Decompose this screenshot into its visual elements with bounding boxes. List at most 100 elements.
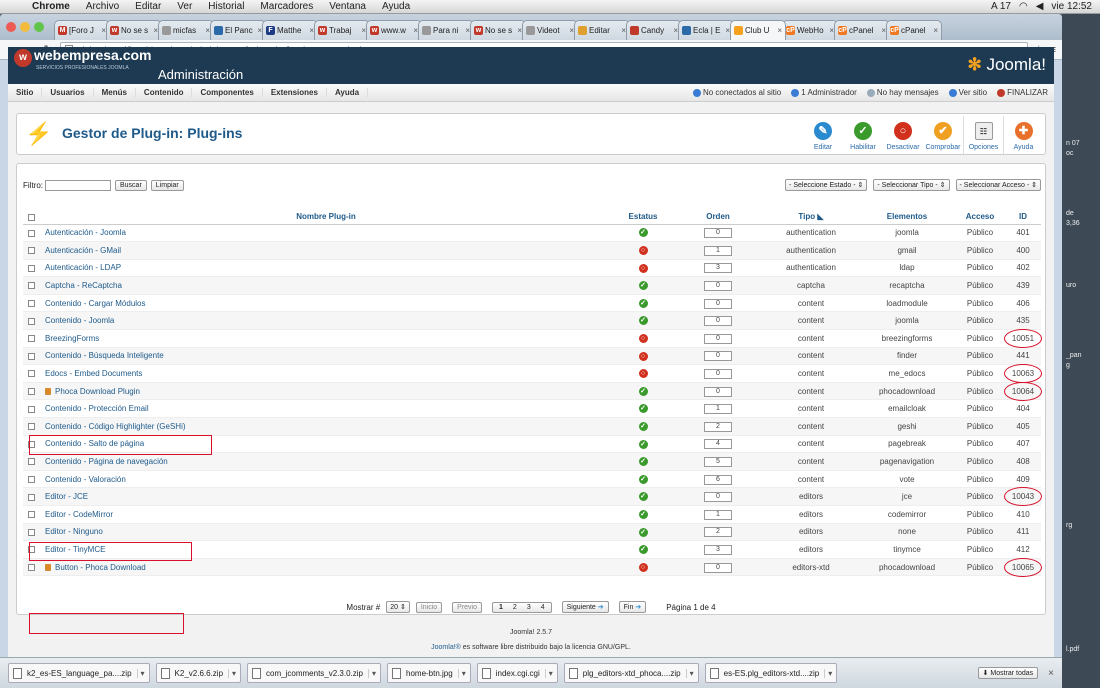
plugin-name-link[interactable]: Editor - TinyMCE: [45, 545, 105, 554]
plugin-name-link[interactable]: Editor - Ninguno: [45, 527, 103, 536]
enabled-icon[interactable]: ✓: [638, 457, 648, 467]
order-input[interactable]: 0: [704, 316, 732, 327]
plugin-name-link[interactable]: Contenido - Búsqueda Inteligente: [45, 351, 164, 360]
enabled-icon[interactable]: ✓: [638, 404, 648, 414]
disabled-icon[interactable]: ○: [638, 246, 648, 256]
order-input[interactable]: 0: [704, 351, 732, 362]
mac-menu-item[interactable]: Marcadores: [252, 1, 321, 12]
col-elements-header[interactable]: Elementos: [859, 210, 955, 225]
browser-tab[interactable]: Candy ×: [626, 20, 682, 40]
browser-tab[interactable]: w www.w ×: [366, 20, 422, 40]
order-input[interactable]: 3: [704, 544, 732, 555]
toolbar-editar-button[interactable]: ✎ Editar: [803, 116, 843, 154]
admin-menu-item[interactable]: Usuarios: [42, 88, 94, 97]
admin-menu-item[interactable]: Extensiones: [263, 88, 327, 97]
plugin-name-link[interactable]: Contenido - Página de navegación: [45, 457, 168, 466]
desktop-file-label[interactable]: 3,36: [1066, 220, 1080, 227]
col-type-header[interactable]: Tipo ◣: [763, 210, 859, 225]
close-download-bar-icon[interactable]: ×: [1048, 668, 1054, 679]
order-input[interactable]: 6: [704, 474, 732, 485]
minimize-window-button[interactable]: [20, 22, 30, 32]
plugin-name-link[interactable]: BreezingForms: [45, 334, 99, 343]
browser-tab[interactable]: micfas ×: [158, 20, 214, 40]
browser-tab[interactable]: Videot ×: [522, 20, 578, 40]
toolbar-desactivar-button[interactable]: ○ Desactivar: [883, 116, 923, 154]
row-checkbox[interactable]: [27, 405, 35, 413]
clock[interactable]: vie 12:52: [1051, 1, 1092, 12]
row-checkbox[interactable]: [27, 264, 35, 272]
desktop-file-label[interactable]: rg: [1066, 522, 1072, 529]
admin-menu-item[interactable]: Componentes: [192, 88, 263, 97]
page-number[interactable]: 1: [497, 604, 505, 611]
toolbar-ayuda-button[interactable]: ✚ Ayuda: [1003, 116, 1043, 154]
filter-input[interactable]: [45, 179, 111, 191]
mac-menu-item[interactable]: Archivo: [78, 1, 127, 12]
desktop-file-label[interactable]: uro: [1066, 282, 1076, 289]
desktop-file-label[interactable]: l.pdf: [1066, 646, 1079, 653]
plugin-name-link[interactable]: Contenido - Código Highlighter (GeSHi): [45, 422, 186, 431]
plugin-name-link[interactable]: Contenido - Valoración: [45, 475, 126, 484]
download-item[interactable]: k2_es-ES_language_pa....zip ▾: [8, 663, 150, 683]
enabled-icon[interactable]: ✓: [638, 474, 648, 484]
plugin-name-link[interactable]: Autenticación - Joomla: [45, 228, 126, 237]
row-checkbox[interactable]: [27, 458, 35, 466]
enabled-icon[interactable]: ✓: [638, 316, 648, 326]
download-menu-icon[interactable]: ▾: [367, 668, 376, 678]
col-status-header[interactable]: Estatus: [613, 210, 673, 225]
plugin-name-link[interactable]: Contenido - Salto de página: [45, 439, 144, 448]
row-checkbox[interactable]: [27, 440, 35, 448]
enabled-icon[interactable]: ✓: [638, 439, 648, 449]
logout-button[interactable]: FINALIZAR: [997, 88, 1048, 97]
plugin-name-link[interactable]: Captcha - ReCaptcha: [45, 281, 122, 290]
toolbar-opciones-button[interactable]: ☷ Opciones: [963, 116, 1003, 154]
page-number[interactable]: 4: [539, 604, 547, 611]
download-menu-icon[interactable]: ▾: [136, 668, 145, 678]
a17-status[interactable]: A 17: [991, 1, 1011, 12]
order-input[interactable]: 0: [704, 562, 732, 573]
enabled-icon[interactable]: ✓: [638, 298, 648, 308]
download-item[interactable]: com_jcomments_v2.3.0.zip ▾: [247, 663, 381, 683]
volume-icon[interactable]: ◀: [1036, 1, 1044, 12]
col-order-header[interactable]: Orden: [673, 210, 763, 225]
browser-tab[interactable]: cP WebHo ×: [782, 20, 838, 40]
download-item[interactable]: es-ES.plg_editors-xtd....zip ▾: [704, 663, 838, 683]
enabled-icon[interactable]: ✓: [638, 527, 648, 537]
order-input[interactable]: 5: [704, 457, 732, 468]
row-checkbox[interactable]: [27, 335, 35, 343]
select-all-checkbox[interactable]: [27, 213, 35, 221]
row-checkbox[interactable]: [27, 476, 35, 483]
order-input[interactable]: 1: [704, 245, 732, 256]
order-input[interactable]: 2: [704, 421, 732, 432]
col-name-header[interactable]: Nombre Plug-in: [39, 210, 613, 225]
download-item[interactable]: plg_editors-xtd_phoca....zip ▾: [563, 663, 699, 683]
admin-menu-item[interactable]: Ayuda: [327, 88, 369, 97]
row-checkbox[interactable]: [27, 423, 35, 431]
mac-menu-item[interactable]: Ver: [169, 1, 200, 12]
plugin-name-link[interactable]: Autenticación - GMail: [45, 246, 121, 255]
plugin-name-link[interactable]: Contenido - Protección Email: [45, 404, 149, 413]
row-checkbox[interactable]: [27, 370, 35, 378]
desktop-file-label[interactable]: n 07: [1066, 140, 1080, 147]
enabled-icon[interactable]: ✓: [638, 545, 648, 555]
row-checkbox[interactable]: [27, 300, 35, 308]
row-checkbox[interactable]: [27, 229, 35, 237]
status-item[interactable]: No conectados al sitio: [692, 88, 781, 97]
browser-tab[interactable]: Ecla | E ×: [678, 20, 734, 40]
tab-close-icon[interactable]: ×: [933, 26, 938, 35]
disabled-icon[interactable]: ○: [638, 369, 648, 379]
browser-tab[interactable]: El Panc ×: [210, 20, 266, 40]
filter-select[interactable]: - Seleccionar Tipo - ⇕: [873, 179, 950, 191]
order-input[interactable]: 3: [704, 263, 732, 274]
desktop-file-label[interactable]: oc: [1066, 150, 1073, 157]
col-id-header[interactable]: ID: [1005, 210, 1041, 225]
desktop-file-label[interactable]: g: [1066, 362, 1070, 369]
plugin-name-link[interactable]: Editor - JCE: [45, 492, 88, 501]
enabled-icon[interactable]: ✓: [638, 509, 648, 519]
pagination-prev[interactable]: Previo: [452, 601, 482, 613]
filter-select[interactable]: - Seleccione Estado - ⇕: [785, 179, 868, 191]
order-input[interactable]: 2: [704, 527, 732, 538]
row-checkbox[interactable]: [27, 247, 35, 255]
order-input[interactable]: 4: [704, 439, 732, 450]
disabled-icon[interactable]: ○: [638, 351, 648, 361]
order-input[interactable]: 1: [704, 509, 732, 520]
